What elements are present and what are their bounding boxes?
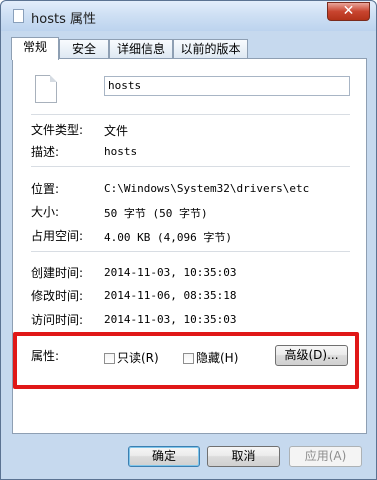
attributes-highlight-box <box>13 332 359 389</box>
apply-button[interactable]: 应用(A) <box>289 446 362 467</box>
description-label: 描述: <box>31 145 60 159</box>
file-type-value: 文件 <box>104 124 129 138</box>
modified-label: 修改时间: <box>31 289 84 303</box>
description-value: hosts <box>104 145 138 158</box>
divider <box>31 114 350 115</box>
created-value: 2014-11-03, 10:35:03 <box>104 266 237 279</box>
size-on-disk-value: 4.00 KB (4,096 字节) <box>104 231 232 244</box>
cancel-button[interactable]: 取消 <box>207 446 280 467</box>
tab-bar: 常规 安全 详细信息 以前的版本 <box>11 37 371 60</box>
accessed-label: 访问时间: <box>31 313 84 327</box>
location-value: C:\Windows\System32\drivers\etc <box>104 182 310 195</box>
location-label: 位置: <box>31 182 60 196</box>
properties-window: hosts 属性 ✕ 常规 安全 详细信息 以前的版本 hosts 文件类型: … <box>0 0 377 480</box>
size-on-disk-label: 占用空间: <box>31 229 84 243</box>
title-bar[interactable]: hosts 属性 ✕ <box>1 1 376 31</box>
tab-general[interactable]: 常规 <box>11 37 59 60</box>
document-icon <box>13 9 24 23</box>
tab-details[interactable]: 详细信息 <box>109 39 173 59</box>
document-icon <box>35 75 57 103</box>
divider <box>31 251 350 252</box>
file-type-label: 文件类型: <box>31 123 84 137</box>
file-name-input[interactable]: hosts <box>104 76 350 96</box>
divider <box>31 166 350 167</box>
created-label: 创建时间: <box>31 266 84 280</box>
tab-security[interactable]: 安全 <box>59 39 109 59</box>
close-icon: ✕ <box>342 3 355 19</box>
ok-button[interactable]: 确定 <box>128 446 200 467</box>
window-title: hosts 属性 <box>31 12 96 27</box>
tab-previous-versions[interactable]: 以前的版本 <box>173 39 248 59</box>
size-value: 50 字节 (50 字节) <box>104 207 208 220</box>
modified-value: 2014-11-06, 08:35:18 <box>104 289 237 302</box>
close-button[interactable]: ✕ <box>327 2 370 21</box>
accessed-value: 2014-11-03, 10:35:03 <box>104 313 237 326</box>
size-label: 大小: <box>31 205 60 219</box>
